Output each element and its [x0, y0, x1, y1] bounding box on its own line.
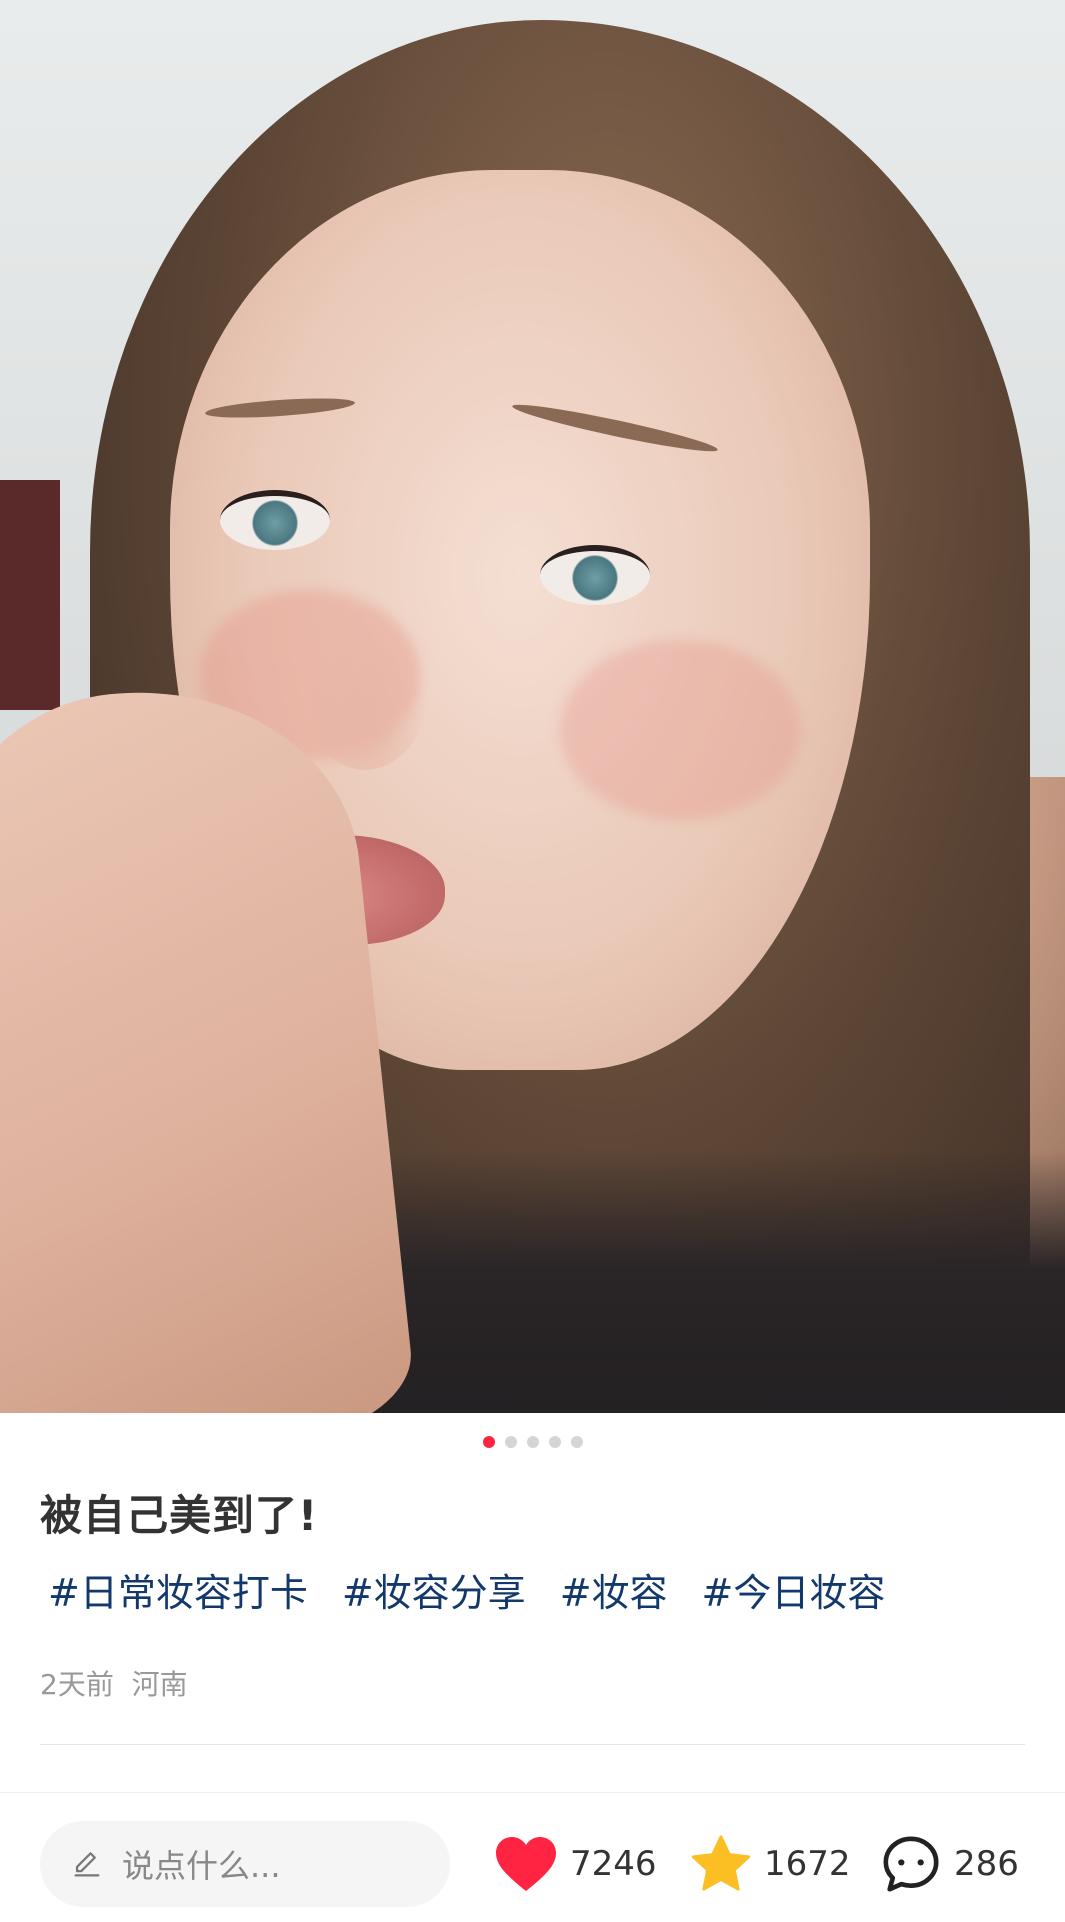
favorite-button[interactable]: 1672: [690, 1831, 851, 1897]
carousel-dots: [0, 1436, 1065, 1448]
chat-bubble-icon: [883, 1836, 939, 1892]
divider: [40, 1744, 1025, 1745]
photo-eye-left: [220, 490, 330, 550]
carousel-dot-2[interactable]: [504, 1436, 517, 1448]
comment-count: 286: [954, 1844, 1019, 1884]
post-title: 被自己美到了!: [40, 1491, 319, 1540]
photo-door: [0, 480, 60, 710]
post-meta: 2天前 河南: [40, 1668, 188, 1701]
tag-link[interactable]: #日常妆容打卡: [48, 1562, 308, 1617]
favorite-count: 1672: [764, 1844, 851, 1884]
photo-eye-right: [540, 545, 650, 605]
comment-button[interactable]: 286: [880, 1831, 1019, 1897]
post-photo[interactable]: [0, 0, 1065, 1413]
comment-input[interactable]: 说点什么...: [40, 1821, 450, 1907]
tag-link[interactable]: #今日妆容: [702, 1562, 886, 1617]
heart-icon: [496, 1837, 556, 1891]
pencil-icon: [74, 1852, 100, 1877]
post-tags: #日常妆容打卡 #妆容分享 #妆容 #今日妆容: [48, 1562, 885, 1617]
carousel-dot-1[interactable]: [482, 1436, 495, 1448]
carousel-dot-5[interactable]: [570, 1436, 583, 1448]
photo-nose: [300, 600, 430, 770]
carousel-dot-3[interactable]: [526, 1436, 539, 1448]
like-button[interactable]: 7246: [494, 1831, 657, 1897]
tag-link[interactable]: #妆容: [560, 1562, 668, 1617]
tag-link[interactable]: #妆容分享: [342, 1562, 526, 1617]
like-count: 7246: [570, 1844, 657, 1884]
carousel-dot-4[interactable]: [548, 1436, 561, 1448]
photo-cheek-right: [560, 640, 800, 820]
star-icon: [691, 1835, 751, 1891]
bottom-action-bar: 说点什么... 7246 1672 286: [0, 1792, 1065, 1922]
comment-placeholder: 说点什么...: [122, 1847, 281, 1885]
